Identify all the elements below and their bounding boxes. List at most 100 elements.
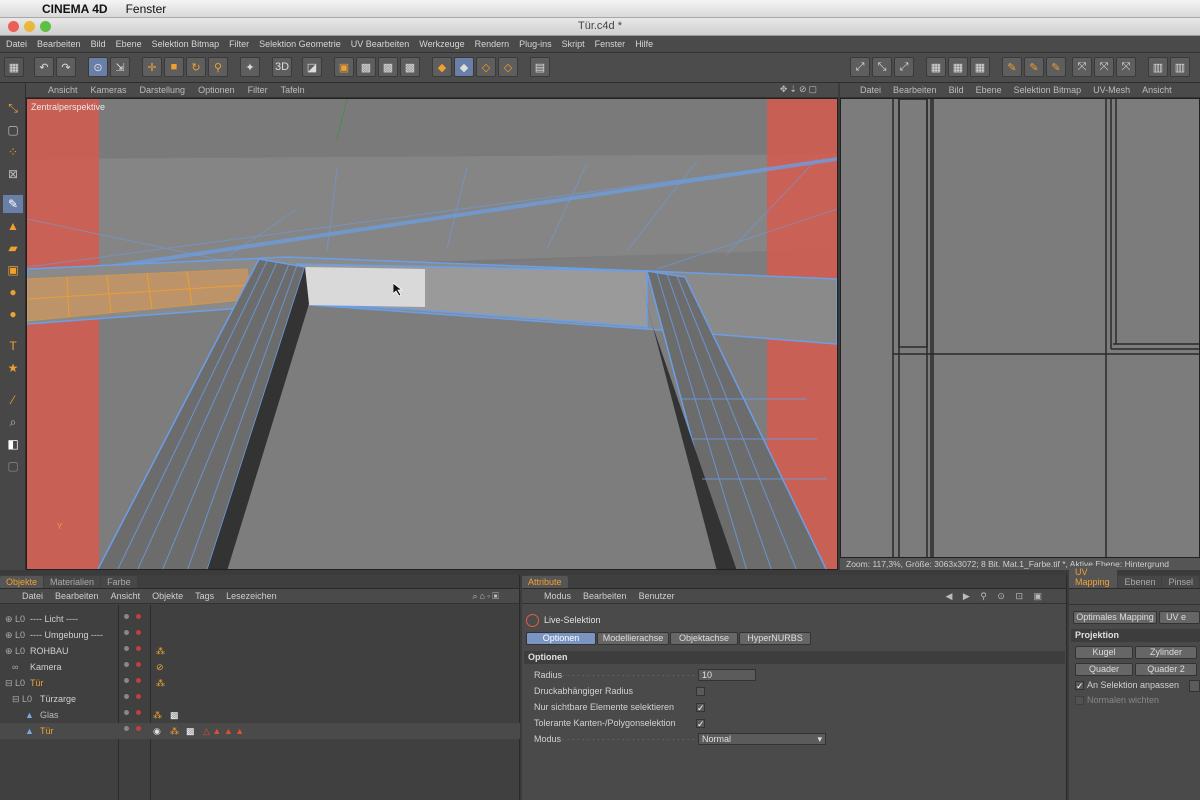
uv-transform3-icon[interactable]: ⤧ xyxy=(1116,57,1136,77)
menu-selektion-bitmap[interactable]: Selektion Bitmap xyxy=(152,39,220,49)
attr-menu-benutzer[interactable]: Benutzer xyxy=(639,591,675,601)
axis-tool-icon[interactable]: ⤡ xyxy=(3,99,23,117)
attr-menu-modus[interactable]: Modus xyxy=(544,591,571,601)
vp-menu-filter[interactable]: Filter xyxy=(248,85,268,95)
object-mode-icon[interactable]: ◆ xyxy=(432,57,452,77)
attr-nav-icons[interactable]: ◀ ▶ ⚲ ⊙ ⊡ ▣ xyxy=(945,591,1046,602)
subtab-hypernurbs[interactable]: HyperNURBS xyxy=(739,632,811,645)
checker-icon[interactable]: ▩ xyxy=(356,57,376,77)
uv-menu-bild[interactable]: Bild xyxy=(949,85,964,95)
tab-attribute[interactable]: Attribute xyxy=(522,576,568,588)
point-mode-icon[interactable]: ◇ xyxy=(498,57,518,77)
vp-menu-optionen[interactable]: Optionen xyxy=(198,85,235,95)
uv-grid3-icon[interactable]: ▦ xyxy=(970,57,990,77)
uv-mode-icon[interactable]: ▤ xyxy=(530,57,550,77)
menu-plugins[interactable]: Plug-ins xyxy=(519,39,552,49)
viewport-nav-icons[interactable]: ✥⇣⊘▢ xyxy=(780,84,819,95)
fit-selection-extra[interactable] xyxy=(1189,680,1200,692)
tab-pinsel[interactable]: Pinsel xyxy=(1162,576,1199,588)
uv-layout2-icon[interactable]: ▥ xyxy=(1170,57,1190,77)
recent-tool-icon[interactable]: ⚲ xyxy=(208,57,228,77)
layout-icon[interactable]: ▦ xyxy=(4,57,24,77)
uv-editor[interactable] xyxy=(840,98,1200,558)
vp-menu-kameras[interactable]: Kameras xyxy=(91,85,127,95)
quader2-button[interactable]: Quader 2 xyxy=(1135,663,1197,676)
texture-tag-icon[interactable]: ▩ xyxy=(186,726,195,737)
move-tool-icon[interactable]: ✛ xyxy=(142,57,162,77)
menu-uv-bearbeiten[interactable]: UV Bearbeiten xyxy=(351,39,410,49)
polygon-mode-icon[interactable]: ◆ xyxy=(454,57,474,77)
tab-farbe[interactable]: Farbe xyxy=(101,576,137,588)
vp-menu-tafeln[interactable]: Tafeln xyxy=(281,85,305,95)
coord-icon[interactable]: ✦ xyxy=(240,57,260,77)
eraser-icon[interactable]: ▰ xyxy=(3,239,23,257)
uv-tool1-icon[interactable]: ⤢ xyxy=(850,57,870,77)
menu-fenster[interactable]: Fenster xyxy=(595,39,626,49)
obj-menu-ansicht[interactable]: Ansicht xyxy=(111,591,141,601)
object-row-kamera[interactable]: ∞ Kamera ⊘ xyxy=(0,659,520,675)
kugel-button[interactable]: Kugel xyxy=(1075,646,1133,659)
uv-paint1-icon[interactable]: ✎ xyxy=(1002,57,1022,77)
quader-button[interactable]: Quader xyxy=(1075,663,1133,676)
menu-rendern[interactable]: Rendern xyxy=(475,39,510,49)
obj-menu-tags[interactable]: Tags xyxy=(195,591,214,601)
pyramid-icon[interactable]: ▲ xyxy=(3,217,23,235)
object-row-rohbau[interactable]: ⊕ L0 ROHBAU ⁂ xyxy=(0,643,520,659)
scale-icon[interactable]: ■ xyxy=(164,57,184,77)
optimal-mapping-button[interactable]: Optimales Mapping xyxy=(1073,611,1157,624)
uv-tool2-icon[interactable]: ⤡ xyxy=(872,57,892,77)
subtab-optionen[interactable]: Optionen xyxy=(526,632,596,645)
uv-tool3-icon[interactable]: ⤢ xyxy=(894,57,914,77)
checker2-icon[interactable]: ▩ xyxy=(378,57,398,77)
checker3-icon[interactable]: ▩ xyxy=(400,57,420,77)
radius-input[interactable]: 10 xyxy=(698,669,756,681)
obj-menu-bearbeiten[interactable]: Bearbeiten xyxy=(55,591,99,601)
text-tool-icon[interactable]: T xyxy=(3,337,23,355)
render-view-icon[interactable]: 3D xyxy=(272,57,292,77)
menu-werkzeuge[interactable]: Werkzeuge xyxy=(419,39,464,49)
sponge-icon[interactable]: ● xyxy=(3,305,23,323)
tab-uv-mapping[interactable]: UV Mapping xyxy=(1069,566,1118,588)
tab-ebenen[interactable]: Ebenen xyxy=(1118,576,1162,588)
fit-selection-checkbox[interactable]: ✓ xyxy=(1075,681,1084,691)
menu-bearbeiten[interactable]: Bearbeiten xyxy=(37,39,81,49)
zoom-tool-icon[interactable]: ⌕ xyxy=(3,413,23,431)
render-region-icon[interactable]: ◪ xyxy=(302,57,322,77)
object-row-umgebung[interactable]: ⊕ L0 ---- Umgebung ---- xyxy=(0,627,520,643)
object-row-glas[interactable]: ▲ Glas ⁂ ▩ xyxy=(0,707,520,723)
uv-tag-icon[interactable]: ⁂ xyxy=(170,726,179,737)
menu-filter[interactable]: Filter xyxy=(229,39,249,49)
uv-transform2-icon[interactable]: ⤧ xyxy=(1094,57,1114,77)
window-menu[interactable]: Fenster xyxy=(126,2,167,16)
selection-tag-icon[interactable]: △ ▲ ▲ ▲ xyxy=(203,726,244,737)
normals-weight-checkbox[interactable] xyxy=(1075,696,1084,705)
uv-menu-selektion-bitmap[interactable]: Selektion Bitmap xyxy=(1014,85,1082,95)
render-icon[interactable]: ▣ xyxy=(334,57,354,77)
drop-icon[interactable]: ● xyxy=(3,283,23,301)
eyedropper-icon[interactable]: ⁄ xyxy=(3,391,23,409)
obj-menu-lesezeichen[interactable]: Lesezeichen xyxy=(226,591,277,601)
uv-paint3-icon[interactable]: ✎ xyxy=(1046,57,1066,77)
uv-tag-icon[interactable]: ⁂ xyxy=(153,710,162,721)
uv-grid1-icon[interactable]: ▦ xyxy=(926,57,946,77)
move-icon[interactable]: ⇲ xyxy=(110,57,130,77)
uv-menu-ebene[interactable]: Ebene xyxy=(976,85,1002,95)
texture-icon[interactable]: ⊠ xyxy=(3,165,23,183)
uv-transform1-icon[interactable]: ⤧ xyxy=(1072,57,1092,77)
redo-icon[interactable]: ↷ xyxy=(56,57,76,77)
protection-tag-icon[interactable]: ⊘ xyxy=(156,662,164,673)
menu-datei[interactable]: Datei xyxy=(6,39,27,49)
uv-paint2-icon[interactable]: ✎ xyxy=(1024,57,1044,77)
obj-menu-objekte[interactable]: Objekte xyxy=(152,591,183,601)
tab-materialien[interactable]: Materialien xyxy=(44,576,101,588)
menu-skript[interactable]: Skript xyxy=(562,39,585,49)
menu-ebene[interactable]: Ebene xyxy=(116,39,142,49)
object-row-tuer[interactable]: ⊟ L0 Tür ⁂ xyxy=(0,675,520,691)
tag-icon[interactable]: ⁂ xyxy=(156,678,165,689)
uv-equalize-button[interactable]: UV e xyxy=(1159,611,1200,624)
polygon-select-icon[interactable]: ▢ xyxy=(3,121,23,139)
uv-menu-datei[interactable]: Datei xyxy=(860,85,881,95)
subtab-objektachse[interactable]: Objektachse xyxy=(670,632,738,645)
mode-select[interactable]: Normal ▾ xyxy=(698,733,826,745)
uv-menu-bearbeiten[interactable]: Bearbeiten xyxy=(893,85,937,95)
